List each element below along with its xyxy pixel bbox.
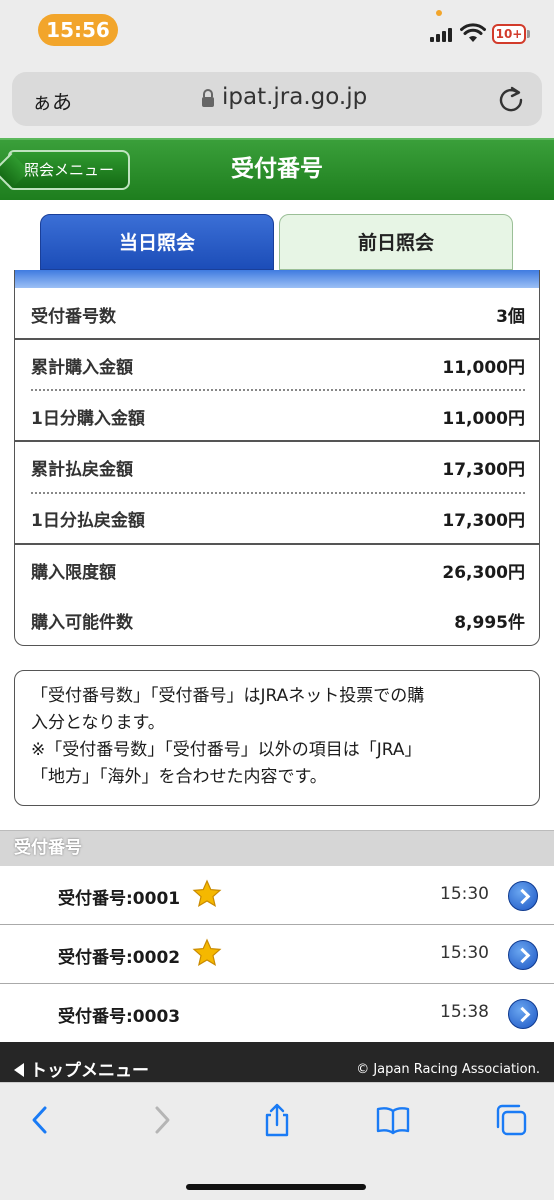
star-icon (192, 938, 222, 967)
chevron-right-circle-icon[interactable] (508, 940, 538, 970)
row-value: 11,000円 (442, 409, 525, 429)
summary-row-total-purchase: 累計購入金額 11,000円 (15, 339, 539, 389)
receipt-label: 受付番号:0001 (58, 889, 181, 909)
home-indicator (186, 1184, 366, 1190)
summary-row-total-payout: 累計払戻金額 17,300円 (15, 441, 539, 491)
notice-line: 「受付番号数」「受付番号」はJRAネット投票での購 (31, 686, 425, 706)
privacy-indicator-icon (436, 10, 442, 16)
forward-arrow-icon[interactable] (144, 1103, 178, 1137)
reload-icon[interactable] (496, 84, 526, 114)
row-value: 17,300円 (442, 460, 525, 480)
receipt-row-0001[interactable]: 受付番号:0001 15:30 (0, 867, 554, 925)
receipt-time: 15:38 (440, 1002, 489, 1022)
receipt-section-title: 受付番号 (0, 830, 554, 866)
row-label: 購入限度額 (31, 563, 116, 583)
row-label: 累計払戻金額 (31, 460, 133, 480)
notice-line: 入分となります。 (31, 713, 165, 733)
battery-indicator: 10+ (492, 24, 526, 44)
address-bar[interactable]: ぁあ ipat.jra.go.jp (12, 72, 542, 126)
bookmarks-icon[interactable] (376, 1103, 410, 1137)
tab-today-inquiry[interactable]: 当日照会 (40, 214, 274, 270)
wifi-icon (460, 23, 486, 42)
row-label: 累計購入金額 (31, 358, 133, 378)
text-size-button[interactable]: ぁあ (32, 86, 72, 115)
tab-previous-day-inquiry[interactable]: 前日照会 (279, 214, 513, 270)
notice-line: 「地方」「海外」を合わせた内容です。 (31, 767, 327, 787)
chevron-right-circle-icon[interactable] (508, 881, 538, 911)
page-footer: トップメニュー © Japan Racing Association. (0, 1042, 554, 1082)
battery-tip (527, 30, 530, 38)
notice-line: ※「受付番号数」「受付番号」以外の項目は「JRA」 (31, 740, 422, 760)
row-value: 26,300円 (442, 563, 525, 583)
summary-table: 受付番号数 3個 累計購入金額 11,000円 1日分購入金額 11,000円 … (14, 270, 540, 646)
cellular-signal-icon (430, 26, 456, 42)
row-value: 3個 (496, 307, 525, 327)
summary-row-daily-payout: 1日分払戻金額 17,300円 (15, 492, 539, 542)
receipt-label: 受付番号:0003 (58, 1007, 181, 1027)
receipt-time: 15:30 (440, 943, 489, 963)
app-header: 受付番号 照会メニュー (0, 138, 554, 200)
share-icon[interactable] (260, 1103, 294, 1137)
back-button-label: 照会メニュー (24, 161, 115, 179)
receipt-row-0003[interactable]: 受付番号:0003 15:38 (0, 985, 554, 1043)
back-to-inquiry-menu-button[interactable]: 照会メニュー (8, 150, 130, 190)
row-label: 購入可能件数 (31, 613, 133, 633)
chevron-right-circle-icon[interactable] (508, 999, 538, 1029)
star-icon (192, 879, 222, 908)
row-label: 受付番号数 (31, 307, 116, 327)
receipt-time: 15:30 (440, 884, 489, 904)
notice-box: 「受付番号数」「受付番号」はJRAネット投票での購 入分となります。 ※「受付番… (14, 670, 540, 806)
row-value: 8,995件 (454, 613, 525, 633)
receipt-label: 受付番号:0002 (58, 948, 181, 968)
summary-row-daily-purchase: 1日分購入金額 11,000円 (15, 390, 539, 440)
tabs-icon[interactable] (494, 1103, 528, 1137)
copyright-text: © Japan Racing Association. (356, 1062, 540, 1077)
row-label: 1日分払戻金額 (31, 511, 145, 531)
row-value: 11,000円 (442, 358, 525, 378)
browser-toolbar (0, 1082, 554, 1200)
top-menu-label: トップメニュー (30, 1061, 149, 1081)
triangle-left-icon (14, 1063, 24, 1077)
status-bar: 15:56 10+ (0, 0, 554, 62)
receipt-row-0002[interactable]: 受付番号:0002 15:30 (0, 926, 554, 984)
top-menu-link[interactable]: トップメニュー (14, 1056, 149, 1081)
summary-row-receipt-count: 受付番号数 3個 (15, 288, 539, 338)
tab-content-bar (15, 270, 539, 288)
url-text[interactable]: ipat.jra.go.jp (222, 84, 367, 110)
summary-row-purchase-limit: 購入限度額 26,300円 (15, 544, 539, 594)
summary-row-available-count: 購入可能件数 8,995件 (15, 594, 539, 644)
row-value: 17,300円 (442, 511, 525, 531)
lock-icon (202, 89, 214, 107)
browser-address-area: ぁあ ipat.jra.go.jp (0, 62, 554, 138)
row-label: 1日分購入金額 (31, 409, 145, 429)
back-arrow-icon[interactable] (24, 1103, 58, 1137)
status-time: 15:56 (38, 14, 118, 46)
